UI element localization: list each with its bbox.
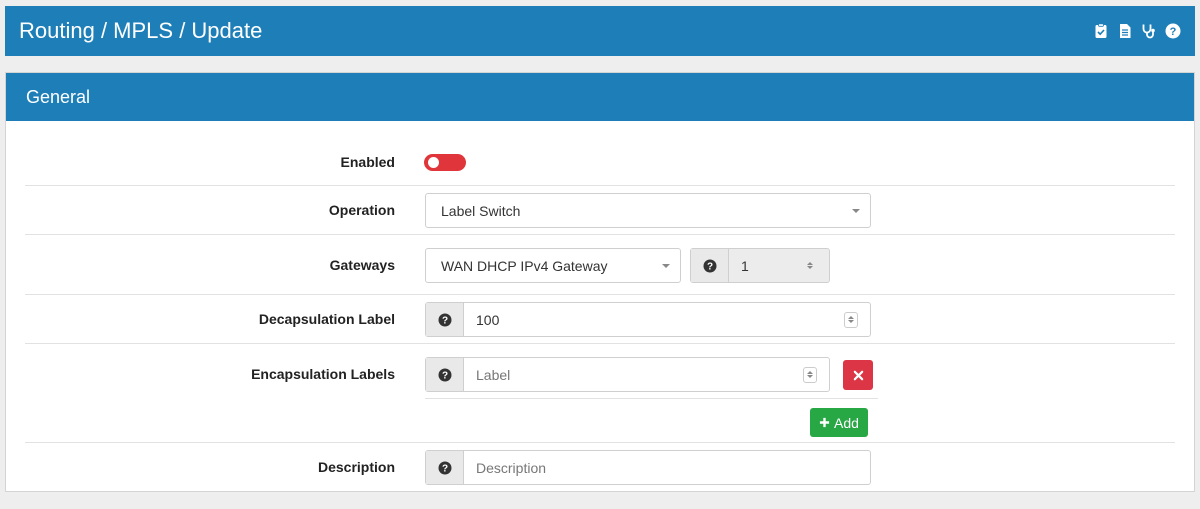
operation-select-value: Label Switch	[441, 202, 521, 219]
svg-text:?: ?	[441, 315, 447, 326]
gateway-select[interactable]: WAN DHCP IPv4 Gateway	[425, 248, 681, 283]
header-actions: ?	[1093, 22, 1181, 40]
divider	[425, 398, 878, 399]
page-header: Routing / MPLS / Update ?	[5, 6, 1195, 56]
divider	[25, 442, 1175, 443]
svg-text:?: ?	[441, 370, 447, 381]
help-icon[interactable]: ?	[1165, 22, 1181, 40]
number-spinner-icon[interactable]	[803, 366, 817, 383]
description-input[interactable]: ? Description	[425, 450, 871, 485]
divider	[25, 234, 1175, 235]
description-placeholder: Description	[476, 459, 547, 476]
stethoscope-icon[interactable]	[1141, 22, 1157, 40]
panel-title: General	[6, 73, 1194, 121]
operation-label: Operation	[328, 202, 395, 218]
help-icon[interactable]: ?	[691, 249, 729, 282]
panel-body: Enabled Operation Label Switch Gateways …	[6, 121, 1194, 493]
decapsulation-value: 100	[476, 311, 500, 328]
add-label-button[interactable]: Add	[810, 408, 868, 437]
enabled-label: Enabled	[340, 154, 395, 170]
help-icon[interactable]: ?	[426, 358, 464, 391]
svg-text:?: ?	[441, 463, 447, 474]
chevron-down-icon	[852, 208, 860, 213]
clipboard-check-icon[interactable]	[1093, 22, 1109, 40]
gateway-weight-input[interactable]: ? 1	[690, 248, 830, 283]
chevron-down-icon	[662, 263, 670, 268]
enabled-toggle[interactable]	[424, 154, 466, 171]
operation-select[interactable]: Label Switch	[425, 193, 871, 228]
delete-label-button[interactable]	[843, 360, 873, 390]
file-icon[interactable]	[1117, 22, 1133, 40]
gateways-label: Gateways	[329, 257, 395, 273]
help-icon[interactable]: ?	[426, 451, 464, 484]
decapsulation-label: Decapsulation Label	[258, 311, 395, 327]
divider	[25, 294, 1175, 295]
encapsulation-placeholder: Label	[476, 366, 511, 383]
close-icon	[853, 370, 863, 380]
svg-text:?: ?	[1170, 26, 1177, 38]
plus-icon	[819, 417, 830, 428]
number-spinner-icon[interactable]	[803, 258, 817, 274]
number-spinner-icon[interactable]	[844, 311, 858, 328]
encapsulation-input[interactable]: ? Label	[425, 357, 830, 392]
add-label-text: Add	[834, 414, 859, 431]
description-label: Description	[317, 459, 395, 475]
svg-text:?: ?	[706, 261, 712, 272]
divider	[25, 343, 1175, 344]
help-icon[interactable]: ?	[426, 303, 464, 336]
decapsulation-input[interactable]: ? 100	[425, 302, 871, 337]
gateway-select-value: WAN DHCP IPv4 Gateway	[441, 257, 608, 274]
divider	[25, 185, 1175, 186]
page-title: Routing / MPLS / Update	[19, 18, 263, 43]
gateway-weight-value: 1	[741, 257, 749, 274]
general-panel: General Enabled Operation Label Switch G…	[5, 72, 1195, 492]
encapsulation-label: Encapsulation Labels	[251, 366, 395, 382]
